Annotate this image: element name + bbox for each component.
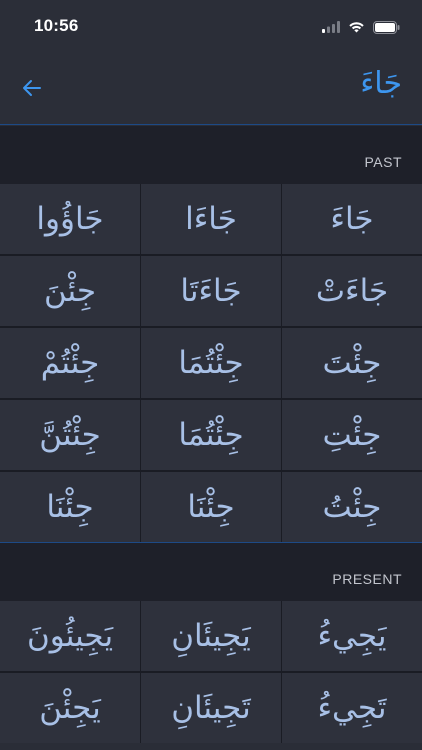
past-section-header: PAST xyxy=(0,126,422,184)
conjugation-cell[interactable]: جِئْتُمَا xyxy=(141,400,281,470)
conjugation-cell[interactable]: يَجِئْنَ xyxy=(0,673,140,743)
conjugation-cell[interactable]: جَاءَ xyxy=(282,184,422,254)
conjugation-cell[interactable]: جَاءَا xyxy=(141,184,281,254)
conjugation-cell[interactable]: يَجِيءُ xyxy=(282,601,422,671)
signal-icon xyxy=(322,21,340,33)
conjugation-cell[interactable]: جِئْتُمْ xyxy=(0,328,140,398)
conjugation-cell[interactable]: جَاؤُوا xyxy=(0,184,140,254)
arrow-left-icon xyxy=(23,80,41,96)
wifi-icon xyxy=(349,22,364,33)
conjugation-cell[interactable]: جَاءَتْ xyxy=(282,256,422,326)
conjugation-cell[interactable]: جِئْنَا xyxy=(0,472,140,542)
conjugation-cell[interactable]: جِئْتَ xyxy=(282,328,422,398)
conjugation-cell[interactable]: يَجِيئُونَ xyxy=(0,601,140,671)
present-section-label: PRESENT xyxy=(332,571,402,587)
conjugation-cell[interactable]: يَجِيئَانِ xyxy=(141,601,281,671)
status-time: 10:56 xyxy=(34,16,79,35)
past-conjugation-grid: جَاؤُوا جَاءَا جَاءَ جِئْنَ جَاءَتَا جَا… xyxy=(0,184,422,542)
conjugation-cell[interactable]: جِئْتِ xyxy=(282,400,422,470)
conjugation-cell[interactable]: جِئْتُ xyxy=(282,472,422,542)
conjugation-cell[interactable]: جَاءَتَا xyxy=(141,256,281,326)
present-section-header: PRESENT xyxy=(0,543,422,601)
present-conjugation-grid: يَجِيئُونَ يَجِيئَانِ يَجِيءُ يَجِئْنَ ت… xyxy=(0,601,422,743)
verb-title: جَاءَ xyxy=(360,66,402,101)
conjugation-cell[interactable]: جِئْتُنَّ xyxy=(0,400,140,470)
battery-icon xyxy=(373,20,400,34)
status-icons xyxy=(322,17,400,37)
conjugation-cell[interactable]: جِئْنَا xyxy=(141,472,281,542)
conjugation-cell[interactable]: جِئْتُمَا xyxy=(141,328,281,398)
past-section-label: PAST xyxy=(364,154,402,170)
status-bar: 10:56 xyxy=(0,0,422,52)
nav-bar: جَاءَ xyxy=(0,52,422,125)
conjugation-cell[interactable]: تَجِيءُ xyxy=(282,673,422,743)
conjugation-cell[interactable]: تَجِيئَانِ xyxy=(141,673,281,743)
conjugation-cell[interactable]: جِئْنَ xyxy=(0,256,140,326)
back-button[interactable] xyxy=(16,72,48,104)
